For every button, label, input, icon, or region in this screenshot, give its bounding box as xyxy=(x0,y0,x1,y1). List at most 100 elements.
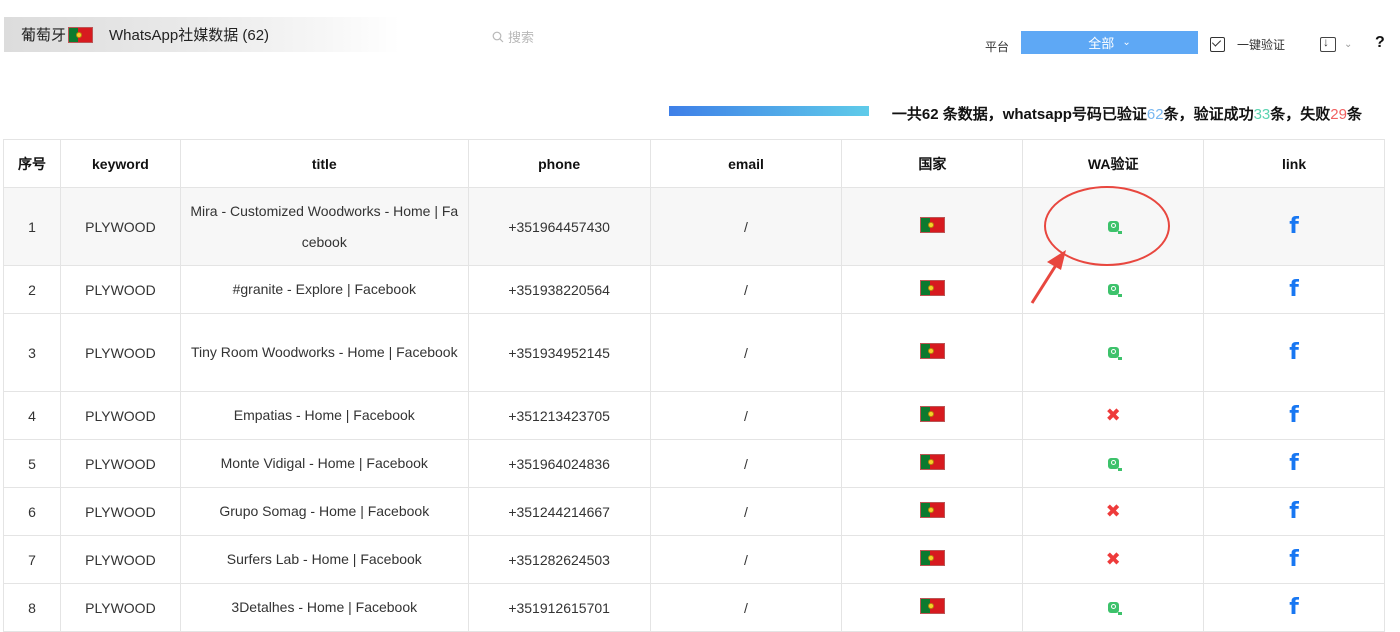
cell-index: 6 xyxy=(3,487,61,536)
verified-count: 62 xyxy=(1146,106,1164,123)
facebook-icon[interactable]: f xyxy=(1289,547,1299,572)
whatsapp-verified-icon xyxy=(1107,346,1122,360)
cell-wa-verify xyxy=(1022,187,1205,266)
cell-title: #granite - Explore | Facebook xyxy=(179,265,469,314)
country-tab[interactable]: 葡萄牙 WhatsApp社媒数据 (62) xyxy=(4,17,400,52)
cell-email: / xyxy=(649,487,843,536)
cell-wa-verify: ✖ xyxy=(1022,535,1205,584)
header-index: 序号 xyxy=(3,139,61,188)
search-box[interactable]: 搜索 xyxy=(492,27,534,46)
cell-index: 2 xyxy=(3,265,61,314)
facebook-icon[interactable]: f xyxy=(1289,403,1299,428)
cell-wa-verify: ✖ xyxy=(1022,487,1205,536)
summary-mid1: 条，验证成功 xyxy=(1163,106,1254,123)
table-row: 4 PLYWOOD Empatias - Home | Facebook +35121… xyxy=(3,391,1385,440)
cell-email: / xyxy=(649,439,843,488)
cell-keyword: PLYWOOD xyxy=(59,487,181,536)
fail-count: 29 xyxy=(1330,106,1347,123)
whatsapp-verified-icon xyxy=(1107,283,1122,297)
cell-phone: +351938220564 xyxy=(467,265,651,314)
platform-selected-value: 全部 xyxy=(1088,36,1115,51)
platform-select[interactable]: 全部 ⌄ xyxy=(1021,31,1198,54)
whatsapp-verified-icon xyxy=(1107,220,1122,234)
cell-index: 3 xyxy=(3,313,61,392)
facebook-icon[interactable]: f xyxy=(1289,499,1299,524)
download-button[interactable]: ⌄ xyxy=(1320,35,1353,52)
cell-email: / xyxy=(649,583,843,632)
table-row: 7 PLYWOOD Surfers Lab - Home | Facebook +35… xyxy=(3,535,1385,584)
portugal-flag-icon xyxy=(919,343,945,359)
facebook-icon[interactable]: f xyxy=(1289,277,1299,302)
cell-country xyxy=(841,439,1024,488)
cell-country xyxy=(841,487,1024,536)
cell-phone: +351912615701 xyxy=(467,583,651,632)
portugal-flag-icon xyxy=(919,598,945,614)
cell-link: f xyxy=(1203,187,1385,266)
facebook-icon[interactable]: f xyxy=(1289,595,1299,620)
whatsapp-verified-icon xyxy=(1107,601,1122,615)
cell-keyword: PLYWOOD xyxy=(59,439,181,488)
cell-link: f xyxy=(1203,487,1385,536)
cell-keyword: PLYWOOD xyxy=(59,187,181,266)
search-placeholder: 搜索 xyxy=(508,30,535,45)
cell-email: / xyxy=(649,535,843,584)
facebook-icon[interactable]: f xyxy=(1289,340,1299,365)
cell-keyword: PLYWOOD xyxy=(59,535,181,584)
cell-email: / xyxy=(649,265,843,314)
download-icon xyxy=(1320,35,1336,52)
cell-phone: +351213423705 xyxy=(467,391,651,440)
cell-country xyxy=(841,187,1024,266)
portugal-flag-icon xyxy=(919,280,945,296)
header-title: title xyxy=(179,139,469,188)
header-email: email xyxy=(649,139,843,188)
cross-icon: ✖ xyxy=(1105,501,1121,521)
cell-title: Empatias - Home | Facebook xyxy=(179,391,469,440)
cell-phone: +351934952145 xyxy=(467,313,651,392)
tab-title: WhatsApp社媒数据 (62) xyxy=(109,27,270,44)
cell-phone: +351964024836 xyxy=(467,439,651,488)
cell-wa-verify xyxy=(1022,439,1205,488)
portugal-flag-icon xyxy=(68,26,94,43)
chevron-down-icon: ⌄ xyxy=(1344,39,1353,50)
cell-index: 1 xyxy=(3,187,61,266)
cell-keyword: PLYWOOD xyxy=(59,391,181,440)
cell-wa-verify xyxy=(1022,313,1205,392)
verify-all-button[interactable]: 一键验证 xyxy=(1210,36,1285,53)
portugal-flag-icon xyxy=(919,217,945,233)
portugal-flag-icon xyxy=(919,550,945,566)
table-row: 6 PLYWOOD Grupo Somag - Home | Facebook +35… xyxy=(3,487,1385,536)
help-button[interactable]: ? xyxy=(1375,34,1385,52)
cell-title: Monte Vidigal - Home | Facebook xyxy=(179,439,469,488)
summary-prefix: 一共62 条数据，whatsapp号码已验证 xyxy=(891,106,1147,123)
summary-mid2: 条，失败 xyxy=(1270,106,1331,123)
table-row: 8 PLYWOOD 3Detalhes - Home | Facebook +3519… xyxy=(3,583,1385,632)
summary-text: 一共62 条数据，whatsapp号码已验证62条，验证成功33条，失败29条 xyxy=(892,103,1362,124)
facebook-icon[interactable]: f xyxy=(1289,451,1299,476)
checkbox-icon xyxy=(1210,37,1225,52)
cell-link: f xyxy=(1203,583,1385,632)
cell-email: / xyxy=(649,187,843,266)
platform-label: 平台 xyxy=(985,40,1010,54)
cell-email: / xyxy=(649,391,843,440)
cell-keyword: PLYWOOD xyxy=(59,265,181,314)
cell-title: Mira - Customized Woodworks - Home | Fac… xyxy=(179,187,469,266)
cell-link: f xyxy=(1203,391,1385,440)
cell-link: f xyxy=(1203,535,1385,584)
header-link: link xyxy=(1203,139,1385,188)
cell-phone: +351244214667 xyxy=(467,487,651,536)
cell-phone: +351964457430 xyxy=(467,187,651,266)
facebook-icon[interactable]: f xyxy=(1289,214,1299,239)
header-country: 国家 xyxy=(841,139,1024,188)
cell-country xyxy=(841,313,1024,392)
cell-country xyxy=(841,265,1024,314)
country-label: 葡萄牙 xyxy=(21,27,67,44)
table-row: 1 PLYWOOD Mira - Customized Woodworks - Ho… xyxy=(3,187,1385,266)
verify-all-label: 一键验证 xyxy=(1237,38,1286,52)
cell-index: 4 xyxy=(3,391,61,440)
header-keyword: keyword xyxy=(59,139,181,188)
verification-progress-bar xyxy=(669,106,869,116)
cell-title: 3Detalhes - Home | Facebook xyxy=(179,583,469,632)
cell-index: 7 xyxy=(3,535,61,584)
table-row: 3 PLYWOOD Tiny Room Woodworks - Home | Fac… xyxy=(3,313,1385,392)
cell-title: Surfers Lab - Home | Facebook xyxy=(179,535,469,584)
